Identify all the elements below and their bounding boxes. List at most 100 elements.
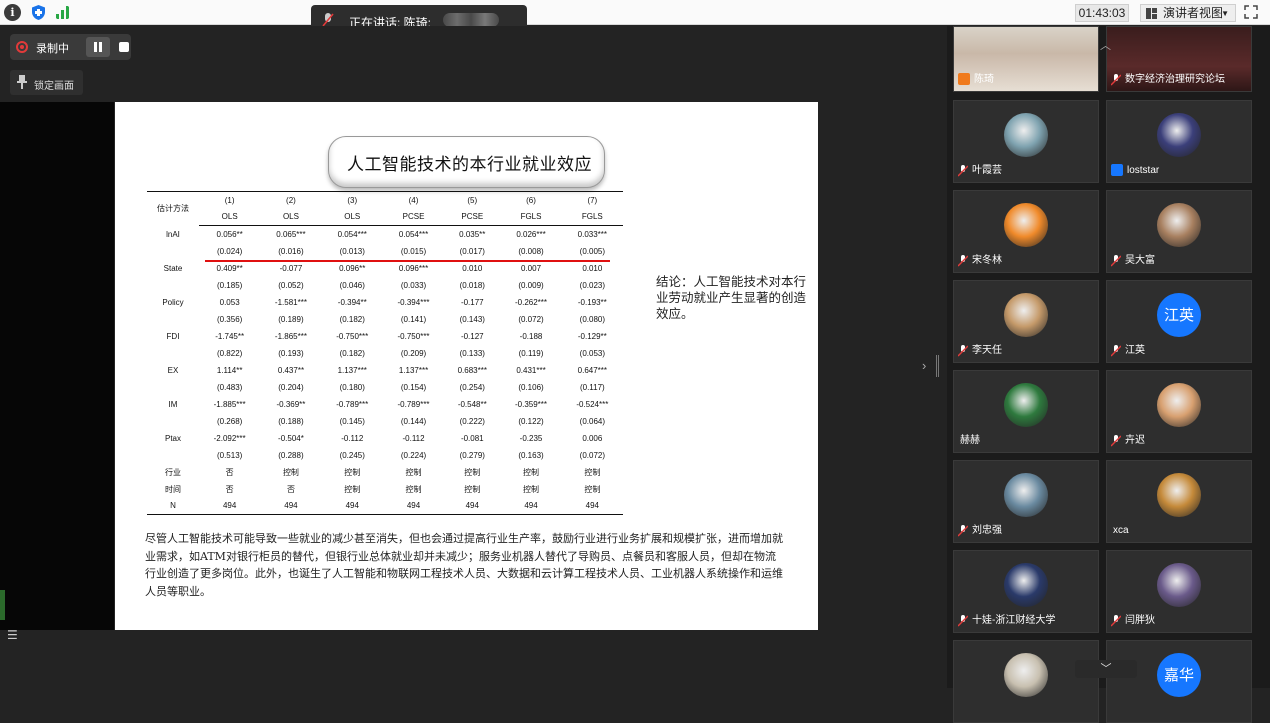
recording-label: 录制中 bbox=[36, 43, 69, 55]
view-mode-dropdown[interactable]: 演讲者视图 ▼ bbox=[1140, 4, 1236, 22]
slide-title-box: 人工智能技术的本行业就业效应 bbox=[328, 136, 605, 188]
table-cell: -0.188 bbox=[519, 331, 543, 341]
participant-tile[interactable]: 叶霞芸 bbox=[953, 100, 1099, 183]
table-cell: (0.106) bbox=[518, 382, 544, 392]
table-cell: (0.224) bbox=[400, 450, 427, 460]
method-cell: OLS bbox=[321, 208, 383, 226]
scroll-down-button[interactable]: ﹀ bbox=[1075, 660, 1137, 678]
table-cell: (0.245) bbox=[339, 450, 365, 460]
row-label bbox=[147, 243, 199, 260]
table-cell: -0.081 bbox=[460, 433, 484, 443]
table-cell: -1.885*** bbox=[213, 399, 246, 409]
table-cell: 0.096** bbox=[339, 263, 366, 273]
participant-name: 叶霞芸 bbox=[972, 165, 1002, 176]
table-cell: (0.822) bbox=[216, 348, 243, 358]
participant-tile[interactable] bbox=[953, 640, 1099, 723]
table-cell: (0.052) bbox=[278, 280, 304, 290]
table-cell: 控制 bbox=[282, 467, 299, 477]
mic-muted-icon bbox=[1111, 615, 1121, 627]
method-cell: FGLS bbox=[500, 208, 562, 226]
table-cell: (0.072) bbox=[579, 450, 606, 460]
row-label: Ptax bbox=[164, 433, 181, 443]
info-icon[interactable]: i bbox=[4, 4, 21, 21]
table-row: (0.268) (0.188) (0.145) (0.144) (0.222) (0.12… bbox=[147, 413, 623, 430]
slide-title: 人工智能技术的本行业就业效应 bbox=[347, 155, 592, 175]
table-cell: -0.359*** bbox=[515, 399, 548, 409]
participant-tile[interactable]: 嘉华 bbox=[1106, 640, 1252, 723]
table-cell: 0.006 bbox=[582, 433, 603, 443]
participant-name-row: 闫胖狄 bbox=[1111, 614, 1155, 628]
fullscreen-icon[interactable] bbox=[1244, 5, 1258, 19]
table-row: Ptax -2.092*** -0.504* -0.112 -0.112 -0.081 -0… bbox=[147, 430, 623, 447]
table-cell: (0.064) bbox=[579, 416, 606, 426]
participant-avatar bbox=[1004, 383, 1048, 427]
participant-tile[interactable]: 卉迟 bbox=[1106, 370, 1252, 453]
participant-tile[interactable]: 十娃-浙江财经大学 bbox=[953, 550, 1099, 633]
table-cell: (0.009) bbox=[518, 280, 544, 290]
participant-avatar bbox=[1157, 203, 1201, 247]
user-icon bbox=[1111, 164, 1123, 176]
participant-name: xca bbox=[1113, 525, 1129, 536]
method-cell: PCSE bbox=[444, 208, 501, 226]
table-cell: (0.513) bbox=[216, 450, 243, 460]
lock-screen-button[interactable]: 锁定画面 bbox=[10, 70, 83, 95]
table-row: (0.024) (0.016) (0.013) (0.015) (0.017) (0.00… bbox=[147, 243, 623, 260]
pause-recording-button[interactable] bbox=[86, 37, 110, 57]
table-cell: (0.483) bbox=[216, 382, 243, 392]
row-label bbox=[147, 413, 199, 430]
participant-tile[interactable]: xca bbox=[1106, 460, 1252, 543]
participant-tile[interactable]: 陈琦 bbox=[953, 26, 1099, 92]
participant-name-row: xca bbox=[1111, 524, 1129, 538]
participant-avatar bbox=[1004, 473, 1048, 517]
table-row: Policy 0.053 -1.581*** -0.394** -0.394*** -0.… bbox=[147, 294, 623, 311]
table-cell: (0.356) bbox=[216, 314, 243, 324]
table-cell: (0.008) bbox=[518, 246, 544, 256]
participant-avatar bbox=[1004, 293, 1048, 337]
participant-avatar: 嘉华 bbox=[1157, 653, 1201, 697]
table-cell: 0.026*** bbox=[516, 229, 546, 239]
table-cell: 控制 bbox=[344, 467, 361, 477]
table-cell: 1.137*** bbox=[337, 365, 367, 375]
participant-tile[interactable]: 赫赫 bbox=[953, 370, 1099, 453]
participant-name-row: 叶霞芸 bbox=[958, 164, 1002, 178]
row-label: N bbox=[147, 497, 199, 515]
shield-icon[interactable] bbox=[30, 4, 47, 21]
side-handle[interactable] bbox=[0, 590, 5, 620]
participant-name-row: loststar bbox=[1111, 164, 1159, 178]
participant-avatar bbox=[1004, 113, 1048, 157]
table-cell: (0.222) bbox=[459, 416, 485, 426]
list-icon[interactable]: ☰ bbox=[7, 628, 18, 642]
chevron-up-icon[interactable]: ︿ bbox=[1100, 37, 1111, 53]
row-label: EX bbox=[167, 365, 179, 375]
participant-tile[interactable]: 江英 江英 bbox=[1106, 280, 1252, 363]
participant-tile[interactable]: loststar bbox=[1106, 100, 1252, 183]
participant-tile[interactable]: 吴大富 bbox=[1106, 190, 1252, 273]
table-cell: 0.683*** bbox=[457, 365, 487, 375]
mic-muted-icon bbox=[958, 615, 968, 627]
row-label bbox=[147, 379, 199, 396]
network-signal-icon[interactable] bbox=[54, 4, 71, 21]
participant-tile[interactable]: 闫胖狄 bbox=[1106, 550, 1252, 633]
row-label bbox=[147, 277, 199, 294]
participant-avatar bbox=[1157, 383, 1201, 427]
table-cell: (0.288) bbox=[278, 450, 304, 460]
participant-tile[interactable]: 数字经济治理研究论坛 bbox=[1106, 26, 1252, 92]
participant-name-row: 数字经济治理研究论坛 bbox=[1111, 73, 1225, 87]
panel-resize-handle[interactable] bbox=[936, 355, 939, 377]
table-cell: 控制 bbox=[584, 484, 601, 494]
table-cell: (0.189) bbox=[278, 314, 304, 324]
table-cell: 控制 bbox=[464, 484, 481, 494]
table-cell: (0.141) bbox=[400, 314, 427, 324]
stop-recording-button[interactable] bbox=[113, 37, 135, 57]
table-cell: (0.024) bbox=[216, 246, 243, 256]
lock-screen-label: 锁定画面 bbox=[34, 81, 74, 92]
table-cell: (0.143) bbox=[459, 314, 485, 324]
table-cell: -0.369** bbox=[276, 399, 306, 409]
participant-tile[interactable]: 宋冬林 bbox=[953, 190, 1099, 273]
participant-tile[interactable]: 刘忠强 bbox=[953, 460, 1099, 543]
participant-tile[interactable]: 李天任 bbox=[953, 280, 1099, 363]
chevron-right-icon[interactable]: › bbox=[922, 358, 926, 373]
row-label: 行业 bbox=[165, 467, 181, 477]
table-cell: -0.235 bbox=[519, 433, 543, 443]
view-mode-label: 演讲者视图 bbox=[1163, 6, 1224, 20]
